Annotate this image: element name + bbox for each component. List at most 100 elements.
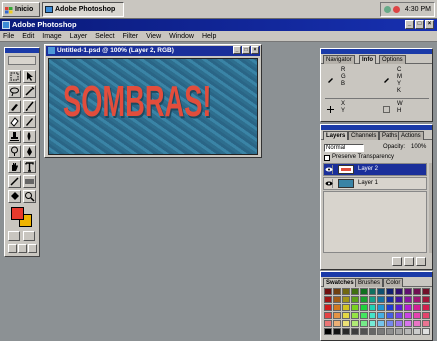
color-swatch[interactable] <box>332 320 341 327</box>
color-swatch[interactable] <box>350 312 359 319</box>
color-swatch[interactable] <box>422 296 430 303</box>
tab-actions[interactable]: Actions <box>398 131 424 140</box>
color-swatch[interactable] <box>359 304 368 311</box>
menu-image[interactable]: Image <box>39 31 64 42</box>
close-button[interactable]: × <box>425 20 434 29</box>
color-swatch[interactable] <box>341 304 350 311</box>
color-swatch[interactable] <box>359 320 368 327</box>
brush-icon[interactable] <box>23 100 36 113</box>
doc-close-button[interactable]: × <box>251 46 259 54</box>
menu-view[interactable]: View <box>143 31 164 42</box>
image-canvas[interactable]: SOMBRAS! <box>48 58 258 155</box>
new-mask-button[interactable] <box>392 257 402 266</box>
color-swatch[interactable] <box>332 304 341 311</box>
color-swatch[interactable] <box>386 304 395 311</box>
color-swatch[interactable] <box>377 320 386 327</box>
color-swatch[interactable] <box>395 288 404 295</box>
menu-select[interactable]: Select <box>92 31 117 42</box>
color-swatch[interactable] <box>413 312 422 319</box>
taskbar-photoshop-button[interactable]: Adobe Photoshop <box>42 2 124 17</box>
hand-icon[interactable] <box>8 160 21 173</box>
color-swatch[interactable] <box>395 328 404 335</box>
screen-mode-full-icon[interactable] <box>28 244 37 253</box>
color-swatch[interactable] <box>413 296 422 303</box>
preserve-transparency-checkbox[interactable] <box>324 155 330 161</box>
color-swatch[interactable] <box>359 296 368 303</box>
color-swatch[interactable] <box>377 312 386 319</box>
color-swatch[interactable] <box>386 312 395 319</box>
tab-info[interactable]: Info <box>359 55 376 64</box>
line-icon[interactable] <box>8 175 21 188</box>
tab-swatches[interactable]: Swatches <box>323 278 357 287</box>
doc-maximize-button[interactable]: □ <box>242 46 250 54</box>
gradient-icon[interactable] <box>23 175 36 188</box>
color-swatch[interactable] <box>386 328 395 335</box>
speaker-icon[interactable] <box>393 6 400 13</box>
color-swatch[interactable] <box>404 288 413 295</box>
color-swatch[interactable] <box>386 288 395 295</box>
lasso-icon[interactable] <box>8 85 21 98</box>
color-swatch[interactable] <box>413 328 422 335</box>
menu-filter[interactable]: Filter <box>120 31 142 42</box>
color-swatch[interactable] <box>422 320 430 327</box>
color-swatch[interactable] <box>324 328 332 335</box>
blend-mode-select[interactable]: Normal <box>324 144 364 152</box>
menu-help[interactable]: Help <box>199 31 219 42</box>
color-swatch[interactable] <box>368 328 377 335</box>
bucket-icon[interactable] <box>8 190 21 203</box>
color-swatch[interactable] <box>422 304 430 311</box>
quick-mask-icon[interactable] <box>23 231 35 241</box>
color-swatch[interactable] <box>413 304 422 311</box>
color-swatch[interactable] <box>377 304 386 311</box>
move-icon[interactable] <box>23 70 36 83</box>
color-swatch[interactable] <box>350 320 359 327</box>
color-swatch[interactable] <box>422 328 430 335</box>
standard-mode-icon[interactable] <box>8 231 20 241</box>
menu-edit[interactable]: Edit <box>19 31 37 42</box>
new-layer-button[interactable] <box>404 257 414 266</box>
opacity-value[interactable]: 100% <box>411 144 426 151</box>
color-swatch[interactable] <box>422 288 430 295</box>
color-swatch[interactable] <box>404 304 413 311</box>
color-swatch[interactable] <box>404 320 413 327</box>
menu-layer[interactable]: Layer <box>67 31 91 42</box>
color-swatch[interactable] <box>359 288 368 295</box>
menu-file[interactable]: File <box>0 31 17 42</box>
tab-options[interactable]: Options <box>379 55 406 64</box>
color-swatch[interactable] <box>368 304 377 311</box>
pen-icon[interactable] <box>23 145 36 158</box>
foreground-color-swatch[interactable] <box>11 207 24 220</box>
color-swatch[interactable] <box>395 304 404 311</box>
color-swatch[interactable] <box>386 296 395 303</box>
layer-row[interactable]: Layer 2 <box>323 163 427 176</box>
airbrush-icon[interactable] <box>8 100 21 113</box>
color-swatch[interactable] <box>332 296 341 303</box>
color-swatch[interactable] <box>395 320 404 327</box>
type-icon[interactable] <box>23 160 36 173</box>
smudge-icon[interactable] <box>23 130 36 143</box>
screen-mode-standard-icon[interactable] <box>8 244 17 253</box>
color-swatch[interactable] <box>324 312 332 319</box>
color-swatch[interactable] <box>350 296 359 303</box>
color-swatch[interactable] <box>341 312 350 319</box>
color-swatch[interactable] <box>341 288 350 295</box>
pencil-icon[interactable] <box>23 115 36 128</box>
tab-channels[interactable]: Channels <box>348 131 380 140</box>
tab-color[interactable]: Color <box>383 278 404 287</box>
menu-window[interactable]: Window <box>166 31 197 42</box>
color-swatch[interactable] <box>341 328 350 335</box>
color-swatch[interactable] <box>359 328 368 335</box>
color-swatch[interactable] <box>404 312 413 319</box>
color-swatch[interactable] <box>404 328 413 335</box>
layers-scrollbar[interactable] <box>429 163 432 253</box>
color-swatch[interactable] <box>386 320 395 327</box>
color-swatch[interactable] <box>350 304 359 311</box>
document-titlebar[interactable]: Untitled-1.psd @ 100% (Layer 2, RGB) _ □ × <box>46 46 260 56</box>
photoshop-logo[interactable] <box>8 56 36 65</box>
color-swatch[interactable] <box>368 312 377 319</box>
toolbox-titlebar[interactable] <box>5 48 39 53</box>
eraser-icon[interactable] <box>8 115 21 128</box>
color-swatch[interactable] <box>350 328 359 335</box>
tab-brushes[interactable]: Brushes <box>355 278 384 287</box>
color-swatch[interactable] <box>332 312 341 319</box>
